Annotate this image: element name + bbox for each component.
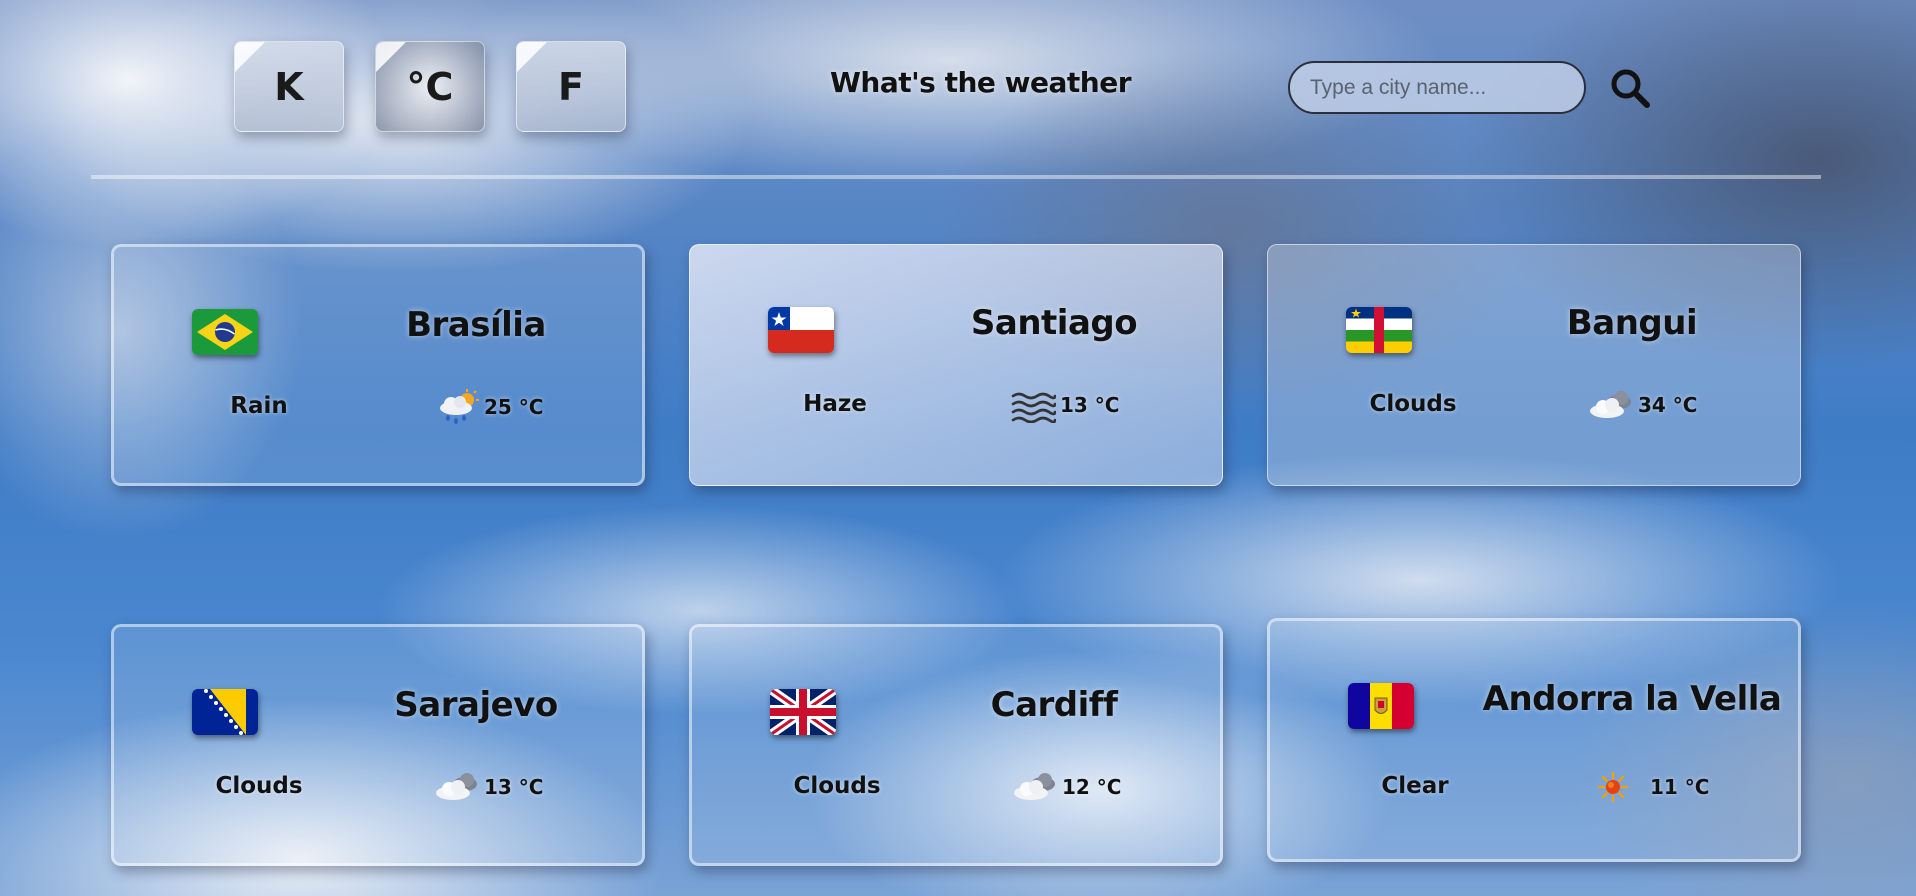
city-search-input[interactable] <box>1288 61 1586 114</box>
weather-condition: Clear <box>1381 773 1449 799</box>
app-title: What's the weather <box>830 66 1132 99</box>
city-name: Andorra la Vella <box>1482 679 1782 719</box>
city-name: Cardiff <box>990 685 1118 725</box>
weather-condition: Clouds <box>793 773 881 799</box>
united-kingdom-flag-icon <box>770 689 836 735</box>
weather-condition: Clouds <box>215 773 303 799</box>
bosnia-herzegovina-flag-icon <box>192 689 258 735</box>
city-name: Santiago <box>970 303 1138 343</box>
city-name: Bangui <box>1566 303 1698 343</box>
celsius-button[interactable]: °C <box>375 41 485 132</box>
chile-flag-icon <box>768 307 834 353</box>
temperature: 11 °C <box>1650 775 1710 799</box>
clouds-icon <box>1590 391 1631 418</box>
weather-condition: Haze <box>803 391 867 417</box>
andorra-flag-icon <box>1348 683 1414 729</box>
clouds-icon <box>1014 773 1055 800</box>
haze-icon <box>1011 392 1056 423</box>
search-icon[interactable] <box>1609 67 1651 109</box>
clouds-icon <box>436 773 477 800</box>
temperature: 13 °C <box>1060 393 1120 417</box>
city-card-cardiff: Cardiff Clouds 12 °C <box>689 624 1223 866</box>
header-divider <box>91 175 1821 179</box>
rain-sun-icon <box>440 389 479 424</box>
kelvin-button[interactable]: K <box>234 41 344 132</box>
city-card-bangui: Bangui Clouds 34 °C <box>1267 244 1801 486</box>
weather-condition: Rain <box>230 393 288 419</box>
city-name: Sarajevo <box>394 685 558 725</box>
city-card-sarajevo: Sarajevo Clouds 13 °C <box>111 624 645 866</box>
temperature: 13 °C <box>484 775 544 799</box>
fahrenheit-button[interactable]: F <box>516 41 626 132</box>
city-card-andorra-la-vella: Andorra la Vella Clear 11 °C <box>1267 618 1801 862</box>
temperature: 25 °C <box>484 395 544 419</box>
weather-condition: Clouds <box>1369 391 1457 417</box>
city-card-brasilia: Brasília Rain 25 °C <box>111 244 645 486</box>
city-name: Brasília <box>406 305 546 345</box>
city-card-santiago: Santiago Haze 13 °C <box>689 244 1223 486</box>
sun-icon <box>1597 771 1629 803</box>
central-african-republic-flag-icon <box>1346 307 1412 353</box>
temperature: 34 °C <box>1638 393 1698 417</box>
brazil-flag-icon <box>192 309 258 355</box>
temperature: 12 °C <box>1062 775 1122 799</box>
